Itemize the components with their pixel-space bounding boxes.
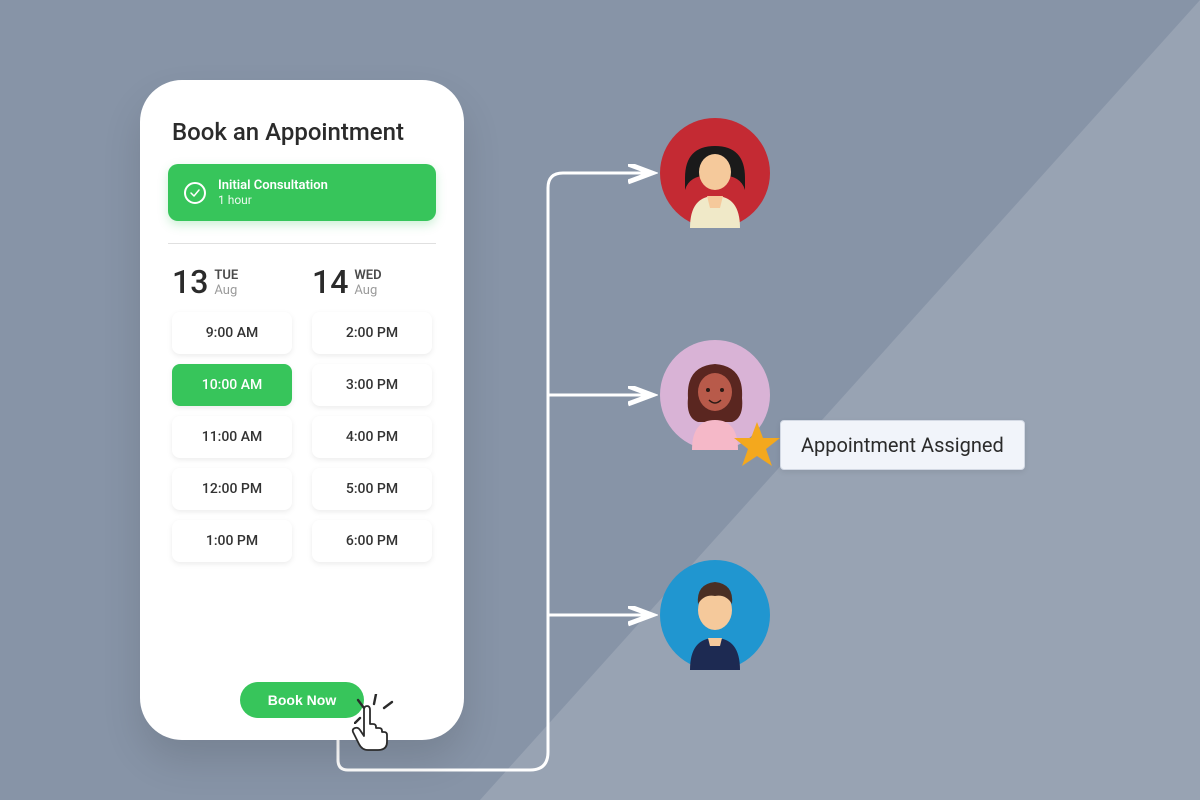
time-slot[interactable]: 3:00 PM bbox=[312, 364, 432, 406]
day-meta: WEDAug bbox=[354, 268, 381, 298]
time-slot[interactable]: 9:00 AM bbox=[172, 312, 292, 354]
day-month: Aug bbox=[214, 283, 238, 298]
service-card[interactable]: Initial Consultation 1 hour bbox=[168, 164, 436, 221]
time-slot[interactable]: 11:00 AM bbox=[172, 416, 292, 458]
phone-frame: Book an Appointment Initial Consultation… bbox=[140, 80, 464, 740]
time-slot[interactable]: 12:00 PM bbox=[172, 468, 292, 510]
day-weekday: WED bbox=[354, 268, 381, 283]
day-number: 14 bbox=[312, 266, 348, 298]
avatar-3 bbox=[660, 560, 770, 670]
background-accent bbox=[480, 0, 1200, 800]
day-header: 14WEDAug bbox=[312, 266, 432, 298]
day-meta: TUEAug bbox=[214, 268, 238, 298]
page-title: Book an Appointment bbox=[172, 118, 432, 146]
appointment-assigned-label: Appointment Assigned bbox=[780, 420, 1025, 470]
day-column: 13TUEAug9:00 AM10:00 AM11:00 AM12:00 PM1… bbox=[172, 266, 292, 562]
time-slot[interactable]: 10:00 AM bbox=[172, 364, 292, 406]
time-slot[interactable]: 4:00 PM bbox=[312, 416, 432, 458]
service-name: Initial Consultation bbox=[218, 178, 328, 193]
day-month: Aug bbox=[354, 283, 381, 298]
divider bbox=[168, 243, 436, 244]
pointer-hand-icon bbox=[348, 704, 392, 754]
day-weekday: TUE bbox=[214, 268, 238, 283]
day-header: 13TUEAug bbox=[172, 266, 292, 298]
book-now-button[interactable]: Book Now bbox=[240, 682, 364, 718]
time-slot[interactable]: 5:00 PM bbox=[312, 468, 432, 510]
time-slot[interactable]: 1:00 PM bbox=[172, 520, 292, 562]
check-circle-icon bbox=[184, 182, 206, 204]
day-number: 13 bbox=[172, 266, 208, 298]
days-row: 13TUEAug9:00 AM10:00 AM11:00 AM12:00 PM1… bbox=[168, 266, 436, 562]
day-column: 14WEDAug2:00 PM3:00 PM4:00 PM5:00 PM6:00… bbox=[312, 266, 432, 562]
star-icon bbox=[732, 420, 782, 470]
time-slot[interactable]: 2:00 PM bbox=[312, 312, 432, 354]
service-text: Initial Consultation 1 hour bbox=[218, 178, 328, 207]
service-duration: 1 hour bbox=[218, 193, 328, 207]
avatar-1 bbox=[660, 118, 770, 228]
time-slot[interactable]: 6:00 PM bbox=[312, 520, 432, 562]
